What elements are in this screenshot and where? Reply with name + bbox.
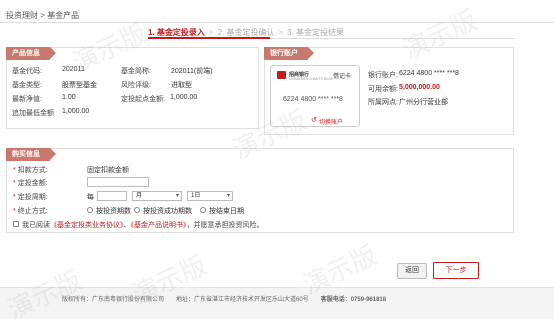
min-add-label: 追加最低金额 xyxy=(12,110,54,117)
amount-label: * 定投金额: xyxy=(13,180,48,187)
switch-arrow-icon[interactable]: ↺ xyxy=(311,116,317,124)
agree-text: 我已阅读《基金定投类业务协议》、《基金产品说明书》，并愿意承担投资风险。 xyxy=(22,222,264,229)
stop-by-date-radio[interactable] xyxy=(200,207,206,213)
step-underline xyxy=(270,38,515,39)
stop-by-success-radio[interactable] xyxy=(134,207,140,213)
prospectus-link[interactable]: 《基金产品说明书》 xyxy=(131,222,187,229)
product-info-title: 产品信息 xyxy=(6,47,56,60)
card-bank-sub: CHINA MERCHANTS BANK xyxy=(289,77,334,81)
period-label: * 定投周期: xyxy=(13,194,48,201)
fund-type-value: 股票型基金 xyxy=(62,82,97,89)
product-info-panel: 产品信息 基金代码: 202011 基金简称: 202011(前端) 基金类型:… xyxy=(6,47,259,129)
back-button[interactable]: 返回 xyxy=(397,263,427,279)
period-count-input[interactable] xyxy=(97,191,127,201)
card-number: 6224 4800 **** ***8 xyxy=(283,96,343,103)
account-label: 银行账户: xyxy=(368,72,398,79)
stop-by-success-label: 按投资成功期数 xyxy=(143,208,192,215)
balance-label: 可用余额: xyxy=(368,86,398,93)
step-1: 1. 基金定投录入 xyxy=(148,28,205,37)
fund-code-value: 202011 xyxy=(62,66,85,73)
step-3: 3. 基金定投结果 xyxy=(287,28,345,37)
step-separator: > xyxy=(278,28,284,37)
method-label: * 扣款方式: xyxy=(13,167,48,174)
stop-by-periods-radio[interactable] xyxy=(87,207,93,213)
purchase-info-panel: 购买信息 * 扣款方式: 固定扣款金额 * 定投金额: * 定投周期: 每 月 ▾ 1日… xyxy=(6,148,514,233)
chevron-down-icon: ▾ xyxy=(175,193,179,199)
top-divider xyxy=(0,22,554,23)
period-unit-select[interactable]: 月 ▾ xyxy=(132,191,182,201)
branch-label: 所属网点: xyxy=(368,99,398,106)
active-step-underline xyxy=(148,37,270,39)
agreement-link[interactable]: 《基金定投类业务协议》 xyxy=(50,222,124,229)
min-start-value: 1,000.00 xyxy=(170,94,198,101)
bank-account-title: 银行账户 xyxy=(264,47,314,60)
account-value: 6224 4800 **** ***8 xyxy=(399,70,459,77)
risk-value: 进取型 xyxy=(171,82,192,89)
min-add-value: 1,000.00 xyxy=(62,108,90,115)
fund-abbr-value: 202011(前端) xyxy=(171,68,213,75)
step-2: 2. 基金定投确认 xyxy=(217,28,275,37)
purchase-info-title: 购买信息 xyxy=(6,148,56,161)
amount-input[interactable] xyxy=(87,177,149,187)
method-value: 固定扣款金额 xyxy=(87,167,129,174)
stop-by-periods-label: 按投资期数 xyxy=(96,208,131,215)
period-day-select[interactable]: 1日 ▾ xyxy=(187,191,233,201)
footer: 版权所有：广东南粤银行股份有限公司 地址：广东省湛江市经济技术开发区乐山大道60… xyxy=(0,287,554,319)
fund-code-label: 基金代码: xyxy=(12,68,42,75)
chevron-down-icon: ▾ xyxy=(226,193,230,199)
fund-abbr-label: 基金简称: xyxy=(121,68,151,75)
stop-label: * 终止方式: xyxy=(13,208,48,215)
step-separator: > xyxy=(208,28,214,37)
card-type: 借记卡 xyxy=(332,74,351,80)
agree-checkbox[interactable] xyxy=(13,221,19,227)
bank-card[interactable]: 招商银行 CHINA MERCHANTS BANK 借记卡 6224 4800 … xyxy=(270,65,360,127)
stop-by-date-label: 按结束日期 xyxy=(209,208,244,215)
breadcrumb: 投资理财 > 基金产品 xyxy=(6,11,80,20)
fund-type-label: 基金类型: xyxy=(12,82,42,89)
branch-value: 广州分行营业部 xyxy=(399,99,448,106)
next-button[interactable]: 下一步 xyxy=(433,262,479,279)
nav-value: 1.00 xyxy=(62,94,76,101)
balance-value: 5,000,000.00 xyxy=(399,84,440,91)
nav-label: 最新净值: xyxy=(12,96,42,103)
bank-logo-icon xyxy=(277,71,286,79)
min-start-label: 定投起点金额: xyxy=(121,96,165,103)
risk-label: 风险评级: xyxy=(121,82,151,89)
period-prefix: 每 xyxy=(87,194,94,201)
switch-account-link[interactable]: 切换账户 xyxy=(319,117,343,126)
footer-text: 版权所有：广东南粤银行股份有限公司 地址：广东省湛江市经济技术开发区乐山大道60… xyxy=(62,297,387,303)
